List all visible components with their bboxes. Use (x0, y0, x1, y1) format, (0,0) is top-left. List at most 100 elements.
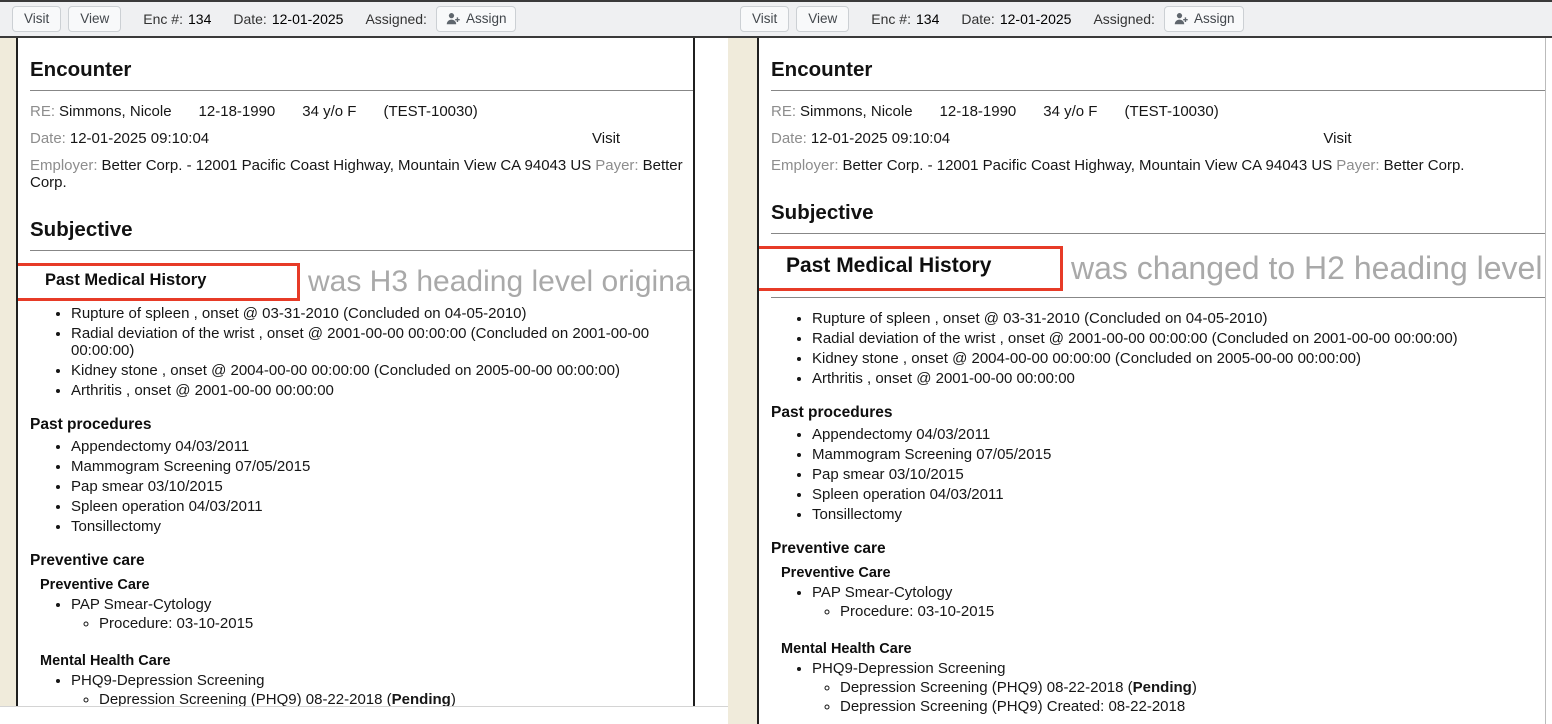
enc-number-label: Enc #: (871, 11, 911, 27)
page-right-margin (695, 38, 728, 706)
toolbar-date-value: 12-01-2025 (272, 11, 344, 27)
procedure-item: Appendectomy 04/03/2011 (812, 426, 1545, 443)
preventive-item: PAP Smear-Cytology Procedure: 03-10-2015 (812, 584, 1545, 620)
patient-age-sex: 34 y/o F (302, 103, 356, 120)
procedure-item: Appendectomy 04/03/2011 (71, 438, 693, 455)
screening-item-label: PHQ9-Depression Screening (71, 672, 264, 689)
report-page: Encounter RE:Simmons, Nicole12-18-199034… (759, 38, 1546, 724)
screening-sublist: Depression Screening (PHQ9) 08-22-2018 (… (812, 679, 1545, 715)
preventive-subitem: Procedure: 03-10-2015 (840, 603, 1545, 620)
toolbar-date-label: Date: (233, 11, 266, 27)
preventive-item-label: PAP Smear-Cytology (812, 584, 952, 601)
subjective-heading: Subjective (30, 218, 693, 242)
procedure-item: Mammogram Screening 07/05/2015 (812, 446, 1545, 463)
patient-name: Simmons, Nicole (59, 103, 172, 120)
report-page: Encounter RE:Simmons, Nicole 12-18-1990 34… (18, 38, 695, 706)
preventive-care-heading: Preventive care (30, 552, 693, 570)
history-item: Arthritis , onset @ 2001-00-00 00:00:00 (71, 382, 693, 399)
enc-number-value: 134 (188, 11, 211, 27)
toolbar: Visit View Enc #: 134 Date: 12-01-2025 A… (728, 0, 1552, 38)
preventive-item-label: PAP Smear-Cytology (71, 596, 211, 613)
screening-subitem: Depression Screening (PHQ9) Created: 08-… (840, 698, 1545, 715)
procedure-item: Pap smear 03/10/2015 (71, 478, 693, 495)
date-label: Date: (771, 130, 807, 147)
date-line: Date:12-01-2025 09:10:04 Visit (771, 130, 1545, 147)
patient-test-id: (TEST-10030) (383, 103, 477, 120)
past-procedures-heading: Past procedures (771, 404, 1545, 422)
encounter-datetime: 12-01-2025 09:10:04 (70, 130, 209, 147)
screening-item: PHQ9-Depression Screening Depression Scr… (71, 672, 693, 706)
annotation-red-box: Past Medical History (18, 263, 300, 301)
procedure-item: Spleen operation 04/03/2011 (71, 498, 693, 515)
payer-label: Payer: (595, 157, 638, 174)
patient-line: RE:Simmons, Nicole12-18-199034 y/o F(TES… (771, 103, 1545, 120)
preventive-care-subheading: Preventive Care (40, 577, 693, 593)
preventive-sublist: Procedure: 03-10-2015 (812, 603, 1545, 620)
assigned-label: Assigned: (365, 11, 426, 27)
screening-item: PHQ9-Depression Screening Depression Scr… (812, 660, 1545, 715)
payer-value: Better Corp. (1384, 157, 1465, 174)
patient-dob: 12-18-1990 (199, 103, 276, 120)
history-item: Kidney stone , onset @ 2004-00-00 00:00:… (812, 350, 1545, 367)
subjective-heading: Subjective (771, 201, 1545, 225)
medical-history-list: Rupture of spleen , onset @ 03-31-2010 (… (30, 305, 693, 399)
view-button[interactable]: View (68, 6, 121, 32)
mental-health-list: PHQ9-Depression Screening Depression Scr… (781, 660, 1545, 715)
re-label: RE: (30, 103, 55, 120)
procedure-item: Tonsillectomy (71, 518, 693, 535)
preventive-list: PAP Smear-Cytology Procedure: 03-10-2015 (40, 596, 693, 632)
history-item: Rupture of spleen , onset @ 03-31-2010 (… (71, 305, 693, 322)
procedures-list: Appendectomy 04/03/2011 Mammogram Screeni… (771, 426, 1545, 523)
assigned-label: Assigned: (1093, 11, 1154, 27)
screening-subitem: Depression Screening (PHQ9) 08-22-2018 (… (840, 679, 1545, 696)
heading-divider (771, 297, 1545, 298)
re-label: RE: (771, 103, 796, 120)
view-button[interactable]: View (796, 6, 849, 32)
comparison-wrapper: Visit View Enc #: 134 Date: 12-01-2025 A… (0, 0, 1552, 724)
procedure-item: Mammogram Screening 07/05/2015 (71, 458, 693, 475)
mental-health-care-subheading: Mental Health Care (781, 641, 1545, 657)
visit-category: Visit (592, 130, 620, 147)
assign-button[interactable]: Assign (1164, 6, 1245, 32)
preventive-care-heading: Preventive care (771, 540, 1545, 558)
preventive-item: PAP Smear-Cytology Procedure: 03-10-2015 (71, 596, 693, 632)
past-medical-history-heading: Past Medical History (45, 271, 206, 289)
assign-button-label: Assign (466, 11, 507, 27)
heading-divider (30, 250, 693, 251)
employer-value: Better Corp. - 12001 Pacific Coast Highw… (843, 157, 1333, 174)
encounter-panel-after: Visit View Enc #: 134 Date: 12-01-2025 A… (728, 0, 1552, 724)
visit-button[interactable]: Visit (12, 6, 61, 32)
assign-button-label: Assign (1194, 11, 1235, 27)
patient-dob: 12-18-1990 (940, 103, 1017, 120)
mental-health-care-subheading: Mental Health Care (40, 653, 693, 669)
employer-label: Employer: (771, 157, 839, 174)
procedures-list: Appendectomy 04/03/2011 Mammogram Screeni… (30, 438, 693, 535)
assign-button[interactable]: Assign (436, 6, 517, 32)
annotation-row: Past Medical History was changed to H2 h… (759, 246, 1529, 291)
date-label: Date: (30, 130, 66, 147)
heading-divider (30, 90, 693, 91)
preventive-sublist: Procedure: 03-10-2015 (71, 615, 693, 632)
patient-test-id: (TEST-10030) (1124, 103, 1218, 120)
past-procedures-heading: Past procedures (30, 416, 693, 434)
enc-number-value: 134 (916, 11, 939, 27)
patient-name: Simmons, Nicole (800, 103, 913, 120)
payer-label: Payer: (1336, 157, 1379, 174)
toolbar-date-label: Date: (961, 11, 994, 27)
person-plus-icon (446, 12, 461, 26)
preventive-subitem: Procedure: 03-10-2015 (99, 615, 693, 632)
visit-button[interactable]: Visit (740, 6, 789, 32)
procedure-item: Pap smear 03/10/2015 (812, 466, 1545, 483)
medical-history-list: Rupture of spleen , onset @ 03-31-2010 (… (771, 310, 1545, 387)
date-line: Date:12-01-2025 09:10:04 Visit (30, 130, 693, 147)
history-item: Radial deviation of the wrist , onset @ … (71, 325, 693, 359)
person-plus-icon (1174, 12, 1189, 26)
preventive-care-group: Preventive Care PAP Smear-Cytology Proce… (40, 577, 693, 706)
encounter-heading: Encounter (30, 58, 693, 82)
enc-number-label: Enc #: (143, 11, 183, 27)
employer-label: Employer: (30, 157, 98, 174)
patient-line: RE:Simmons, Nicole 12-18-1990 34 y/o F (TES… (30, 103, 693, 120)
pending-status: Pending (1133, 679, 1192, 696)
toolbar-date-value: 12-01-2025 (1000, 11, 1072, 27)
left-gutter (0, 38, 18, 706)
